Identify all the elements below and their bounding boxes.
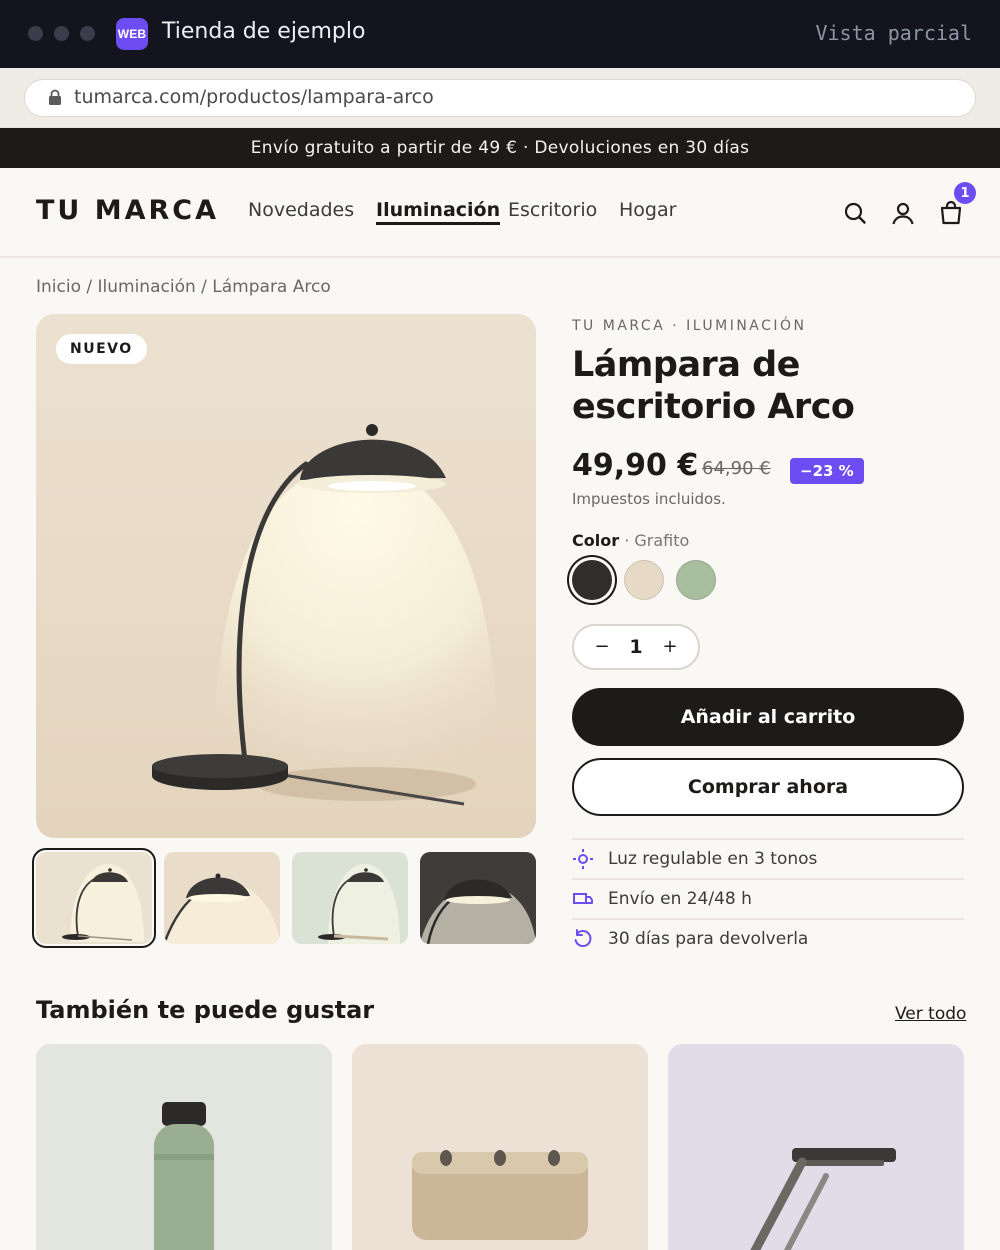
original-price: 64,90 € [702,458,771,479]
add-to-cart-button[interactable]: Añadir al carrito [572,688,964,746]
feature-text: Envío en 24/48 h [608,889,752,909]
window-close-dot[interactable] [28,26,43,41]
product-price: 49,90 € [572,448,699,483]
store-logo[interactable]: TU MARCA [36,195,219,226]
color-label: Color · Grafito [572,531,690,550]
gallery-thumbnail-4[interactable] [420,852,536,944]
promo-banner: Envío gratuito a partir de 49 € · Devolu… [0,128,1000,168]
related-product-card-bottle[interactable] [36,1044,332,1250]
main-product-image[interactable] [36,314,536,838]
gallery-thumbnail-2[interactable] [164,852,280,944]
product-title: Lámpara de escritorio Arco [572,345,855,427]
lock-icon [49,89,61,105]
swatch-grafito[interactable] [572,560,612,600]
swatch-salvia[interactable] [676,560,716,600]
product-brand-line: TU MARCA · ILUMINACIÓN [572,318,807,334]
new-badge: NUEVO [56,334,147,364]
tax-note: Impuestos incluidos. [572,490,726,508]
buy-now-button[interactable]: Comprar ahora [572,758,964,816]
web-app-icon: WEB [116,18,148,50]
feature-returns: 30 días para devolverla [572,920,964,958]
gallery-thumbnail-3[interactable] [292,852,408,944]
search-icon[interactable] [842,200,868,226]
discount-badge: −23 % [790,458,864,484]
breadcrumb[interactable]: Inicio / Iluminación / Lámpara Arco [36,277,331,297]
nav-escritorio[interactable]: Escritorio [508,199,597,221]
see-all-link[interactable]: Ver todo [895,1004,966,1024]
account-icon[interactable] [890,200,916,226]
related-product-card-organizer[interactable] [352,1044,648,1250]
color-label-title: Color [572,531,620,550]
window-minimize-dot[interactable] [54,26,69,41]
truck-icon [573,893,593,904]
dimmer-icon [573,849,593,869]
related-products-title: También te puede gustar [36,996,375,1024]
gallery-thumbnail-1[interactable] [32,848,156,948]
feature-text: 30 días para devolverla [608,929,809,949]
nav-hogar[interactable]: Hogar [619,199,676,221]
cart-count-badge: 1 [954,182,976,204]
feature-text: Luz regulable en 3 tonos [608,849,818,869]
swatch-arena[interactable] [624,560,664,600]
url-text[interactable]: tumarca.com/productos/lampara-arco [74,86,434,108]
quantity-decrease-button[interactable]: − [592,636,612,657]
quantity-value[interactable]: 1 [626,636,646,658]
related-product-card-desk-lamp[interactable] [668,1044,964,1250]
cart-icon[interactable] [938,200,964,226]
return-icon [574,929,592,947]
feature-dimmable: Luz regulable en 3 tonos [572,840,964,878]
window-title: Tienda de ejemplo [162,19,366,44]
window-maximize-dot[interactable] [80,26,95,41]
nav-iluminacion[interactable]: Iluminación [376,199,501,225]
color-selected-name: Grafito [634,531,690,550]
feature-shipping: Envío en 24/48 h [572,880,964,918]
quantity-increase-button[interactable]: + [660,636,680,657]
nav-novedades[interactable]: Novedades [248,199,354,221]
view-mode-label: Vista parcial [815,21,972,45]
